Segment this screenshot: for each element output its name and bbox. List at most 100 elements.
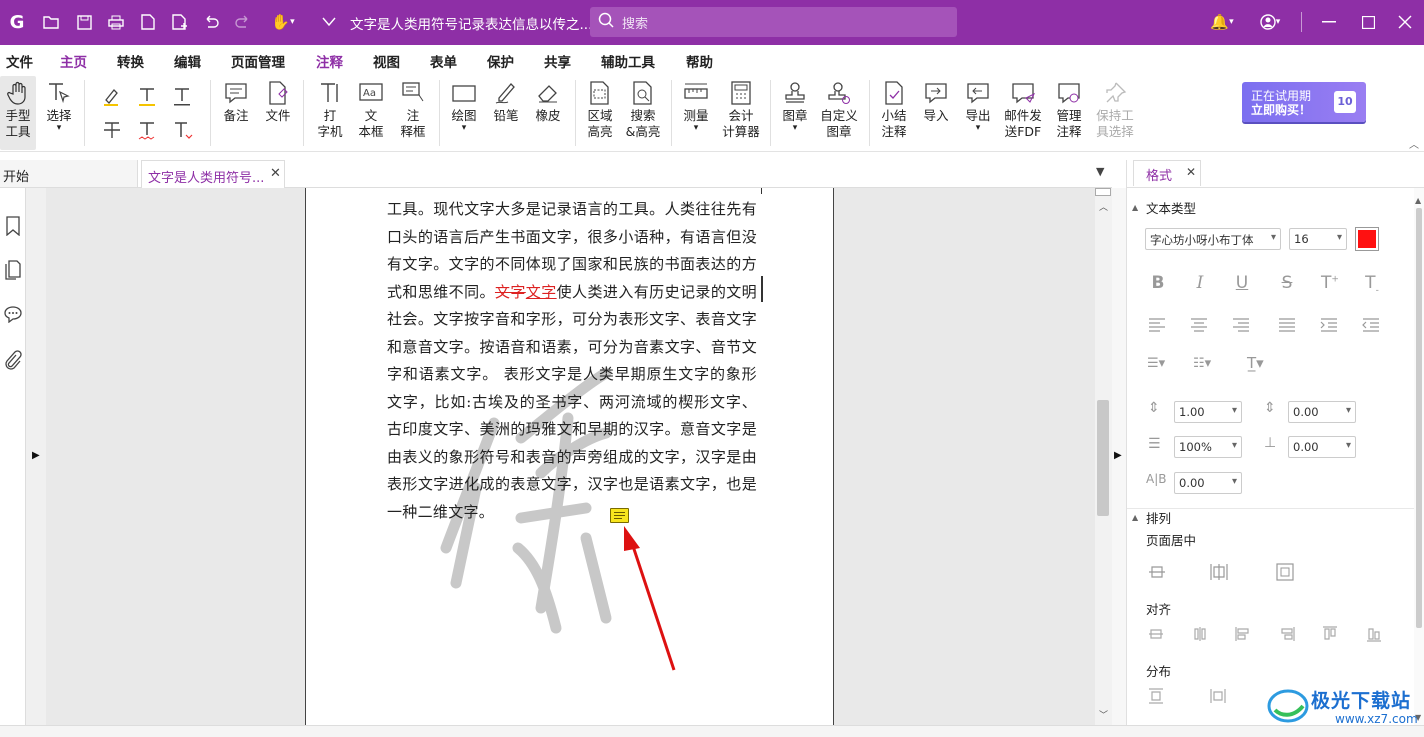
superscript-icon[interactable]: T+ (1318, 273, 1342, 293)
align-center-icon[interactable] (1190, 318, 1208, 332)
numbered-list-icon[interactable]: ☷▾ (1193, 356, 1211, 371)
typewriter-button[interactable]: 打 字机 (312, 80, 348, 140)
highlight-icon[interactable] (100, 84, 124, 108)
scroll-thumb[interactable] (1097, 400, 1109, 516)
collapse-ribbon-icon[interactable]: ︿ (1409, 136, 1419, 151)
hand-tool-button[interactable]: 手型 工具 (0, 76, 36, 150)
vertical-scrollbar[interactable]: ︿ ﹀ (1095, 188, 1112, 725)
align-right-icon[interactable] (1232, 318, 1250, 332)
export-button[interactable]: 导出 ▾ (960, 80, 996, 133)
italic-icon[interactable]: I (1188, 273, 1212, 293)
char-spacing-select[interactable]: 0.00 (1174, 472, 1242, 494)
create-icon[interactable] (169, 11, 191, 33)
font-family-select[interactable]: 字心坊小呀小布丁体 (1145, 228, 1281, 250)
tab-format[interactable]: 格式 ✕ (1133, 160, 1201, 186)
minimize-icon[interactable] (1318, 11, 1340, 33)
menu-form[interactable]: 表单 (430, 51, 457, 71)
scale-select[interactable]: 100% (1174, 436, 1242, 458)
line-spacing-select[interactable]: 1.00 (1174, 401, 1242, 423)
align-left-objects-icon[interactable] (1235, 626, 1251, 642)
align-left-icon[interactable] (1148, 318, 1166, 332)
manage-comments-button[interactable]: 管理 注释 (1048, 80, 1090, 140)
align-right-objects-icon[interactable] (1279, 626, 1295, 642)
note-button[interactable]: 备注 (218, 80, 254, 124)
callout-button[interactable]: 注 释框 (395, 80, 431, 140)
bold-icon[interactable]: B (1146, 273, 1170, 293)
paragraph-spacing-icon[interactable]: ⇕ (1264, 400, 1276, 416)
center-both-icon[interactable] (1276, 563, 1294, 581)
select-button[interactable]: 选择 ▾ (42, 80, 76, 133)
paragraph-spacing-select[interactable]: 0.00 (1288, 401, 1356, 423)
print-icon[interactable] (105, 11, 127, 33)
squiggly-icon[interactable] (135, 118, 159, 142)
tab-close-icon[interactable]: ✕ (270, 166, 281, 181)
search-box[interactable]: 搜索 (590, 7, 957, 37)
trial-purchase-button[interactable]: 正在试用期 立即购买！ 10 (1242, 82, 1366, 122)
align-top-objects-icon[interactable] (1148, 626, 1164, 642)
distribute-vertical-icon[interactable] (1148, 688, 1164, 704)
comments-icon[interactable] (4, 305, 22, 327)
hand-dropdown-icon[interactable]: ✋ ▾ (266, 11, 300, 33)
search-highlight-button[interactable]: 搜索 &高亮 (622, 80, 664, 140)
import-button[interactable]: 导入 (918, 80, 954, 124)
distribute-horizontal-icon[interactable] (1210, 688, 1226, 704)
align-top-edge-icon[interactable] (1322, 626, 1338, 642)
indent-spacing-icon[interactable]: ⊥ (1264, 435, 1276, 451)
text-underline-icon[interactable] (170, 84, 194, 108)
menu-share[interactable]: 共享 (544, 51, 571, 71)
bookmark-icon[interactable] (5, 216, 21, 240)
indent-icon[interactable] (1320, 318, 1338, 332)
pencil-button[interactable]: 铅笔 (488, 80, 524, 124)
expand-panel-gutter[interactable]: ▶ (26, 188, 46, 725)
menu-edit[interactable]: 编辑 (174, 51, 201, 71)
file-attach-button[interactable]: 文件 (260, 80, 296, 124)
scroll-up-icon[interactable]: ︿ (1099, 200, 1108, 213)
textbox-button[interactable]: Aa 文 本框 (353, 80, 389, 140)
email-fdf-button[interactable]: 邮件发 送FDF (1001, 80, 1045, 140)
text-direction-icon[interactable]: T̲▾ (1247, 354, 1264, 372)
expand-left-icon[interactable]: ▶ (32, 450, 40, 461)
tab-document[interactable]: 文字是人类用符号... ✕ (141, 160, 285, 188)
subscript-icon[interactable]: T- (1360, 273, 1384, 295)
panel-close-icon[interactable]: ✕ (1186, 165, 1196, 179)
undo-icon[interactable] (200, 11, 222, 33)
tab-list-dropdown-icon[interactable]: ▼ (1096, 165, 1104, 178)
area-highlight-button[interactable]: 区域 高亮 (582, 80, 618, 140)
new-doc-icon[interactable] (137, 11, 159, 33)
strikeout-icon[interactable] (100, 118, 124, 142)
panel-scrollbar[interactable]: ▲ ▼ (1414, 188, 1424, 737)
center-horizontal-icon[interactable] (1148, 563, 1166, 581)
menu-help[interactable]: 帮助 (686, 51, 713, 71)
open-folder-icon[interactable] (40, 11, 62, 33)
stamp-button[interactable]: 图章 ▾ (777, 80, 813, 133)
indent-select[interactable]: 0.00 (1288, 436, 1356, 458)
strikethrough-icon[interactable]: S (1275, 273, 1299, 293)
menu-accessibility[interactable]: 辅助工具 (601, 51, 655, 71)
tab-start[interactable]: 开始 (0, 160, 138, 187)
char-spacing-icon[interactable]: A|B (1146, 472, 1166, 486)
menu-home[interactable]: 主页 (60, 51, 87, 71)
custom-stamp-button[interactable]: 自定义 图章 (817, 80, 861, 140)
menu-page-manage[interactable]: 页面管理 (231, 51, 285, 71)
bell-icon[interactable]: 🔔 ▾ (1204, 11, 1240, 33)
underline-icon[interactable]: U (1230, 273, 1254, 293)
quick-access-dropdown-icon[interactable] (318, 11, 340, 33)
scroll-down-icon[interactable]: ﹀ (1099, 708, 1108, 721)
font-size-select[interactable]: 16 (1289, 228, 1347, 250)
font-color-swatch[interactable] (1355, 227, 1379, 251)
align-bottom-edge-icon[interactable] (1366, 626, 1382, 642)
menu-convert[interactable]: 转换 (117, 51, 144, 71)
collapse-arrange-icon[interactable]: ▲ (1132, 513, 1138, 522)
expand-right-icon[interactable]: ▶ (1114, 450, 1122, 461)
pages-icon[interactable] (5, 260, 21, 284)
draw-button[interactable]: 绘图 ▾ (446, 80, 482, 133)
bullet-list-icon[interactable]: ☰▾ (1147, 356, 1165, 371)
close-icon[interactable] (1394, 11, 1416, 33)
line-spacing-icon[interactable]: ⇕ (1148, 400, 1160, 416)
scale-icon[interactable]: ☰ (1148, 436, 1161, 452)
menu-view[interactable]: 视图 (373, 51, 400, 71)
measure-button[interactable]: 测量 ▾ (678, 80, 714, 133)
maximize-icon[interactable] (1357, 11, 1379, 33)
replace-text-icon[interactable] (170, 118, 194, 142)
outdent-icon[interactable] (1362, 318, 1380, 332)
